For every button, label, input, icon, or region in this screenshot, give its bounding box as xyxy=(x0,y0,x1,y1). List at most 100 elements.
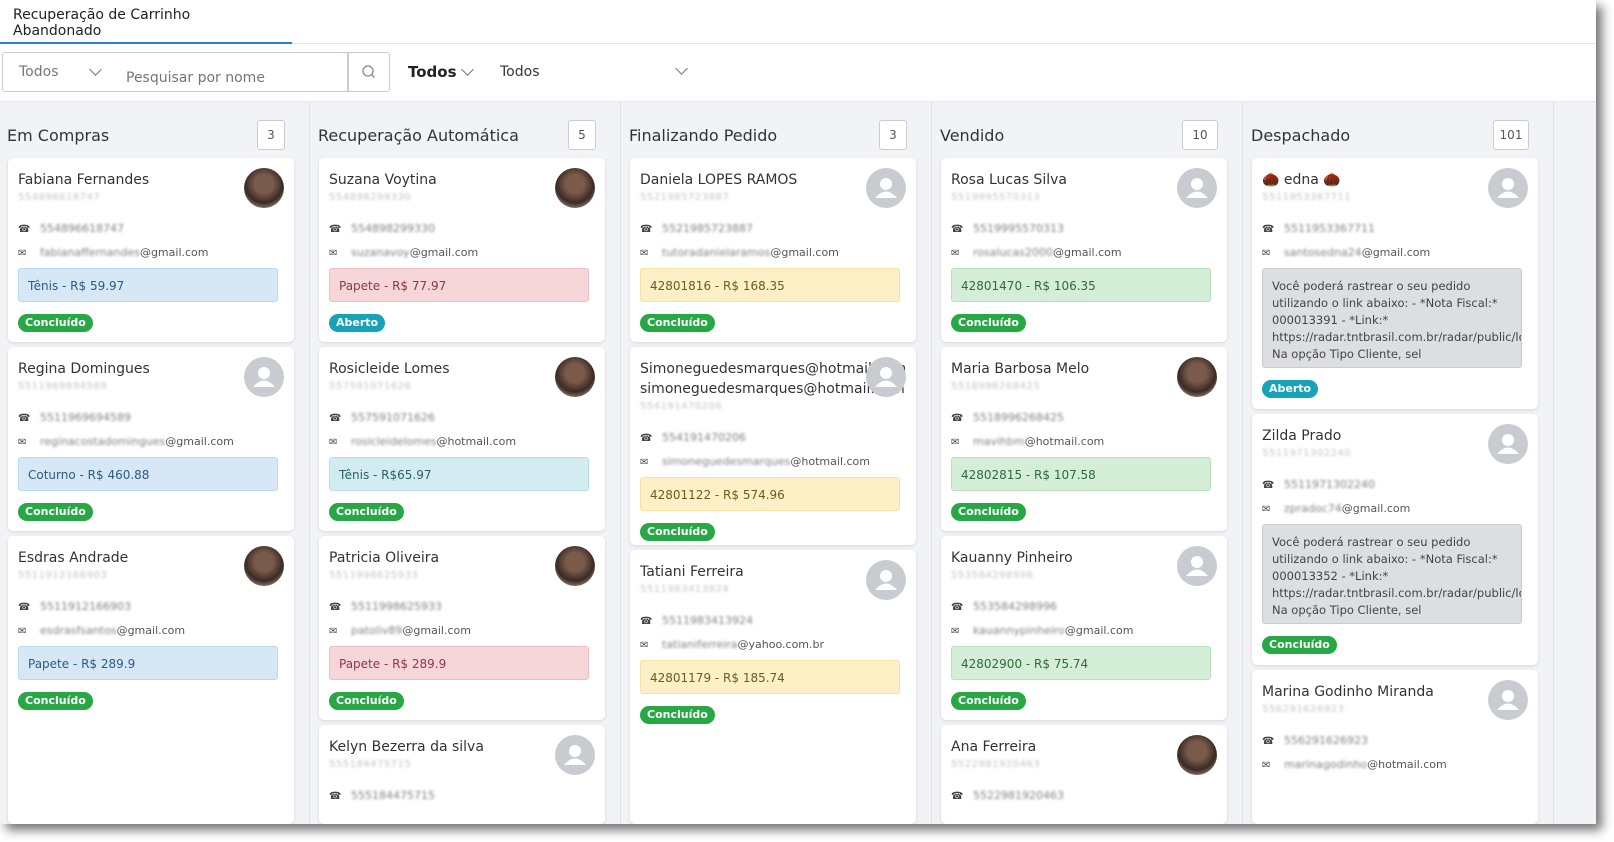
column-count-badge: 10 xyxy=(1182,120,1218,150)
lead-phone-sub: 553584298996 xyxy=(951,570,1034,581)
order-summary[interactable]: 42801816 - R$ 168.35 xyxy=(640,268,900,302)
lead-name: Rosa Lucas Silva xyxy=(951,172,1067,188)
avatar xyxy=(244,546,284,586)
phone-icon: ☎ xyxy=(329,224,342,235)
lead-phone-sub: 5511983413924 xyxy=(640,584,730,595)
email-user: rosicleidelomes xyxy=(351,435,437,448)
filter-dropdown-2[interactable]: Todos xyxy=(500,62,690,80)
lead-card[interactable]: Suzana Voytina 554898299330 ☎ 554898299330 ✉… xyxy=(319,158,605,342)
email-row: ✉ fabianaffernandes@gmail.com xyxy=(18,246,209,259)
email-user: tutoradanielaramos xyxy=(662,246,771,259)
mail-icon: ✉ xyxy=(951,248,960,259)
order-summary[interactable]: 42802815 - R$ 107.58 xyxy=(951,457,1211,491)
lead-card[interactable]: Tatiani Ferreira 5511983413924 ☎ 5511983413… xyxy=(630,550,916,824)
email-row: ✉ kauannypinheiro@gmail.com xyxy=(951,624,1133,637)
email-domain: @hotmail.com xyxy=(790,455,870,468)
phone-row: ☎ 5511998625933 xyxy=(329,600,442,613)
lead-card[interactable]: Zilda Prado 5511971302240 ☎ 5511971302240 ✉ z… xyxy=(1252,414,1538,665)
search-input[interactable] xyxy=(112,52,348,92)
order-summary[interactable]: Tênis - R$65.97 xyxy=(329,457,589,491)
order-summary[interactable]: Tênis - R$ 59.97 xyxy=(18,268,278,302)
lead-card[interactable]: Marina Godinho Miranda 556291626923 ☎ 55629… xyxy=(1252,670,1538,824)
phone-row: ☎ 5518996268425 xyxy=(951,411,1064,424)
lead-card[interactable]: Rosicleide Lomes 557591071626 ☎ 55759107162… xyxy=(319,347,605,531)
tracking-message: Você poderá rastrear o seu pedido utiliz… xyxy=(1262,524,1522,624)
status-select[interactable]: Todos xyxy=(2,52,113,92)
phone-row: ☎ 554896618747 xyxy=(18,222,124,235)
phone-icon: ☎ xyxy=(640,616,653,627)
kanban-column: Recuperação Automática 5 Suzana Voytina 554… xyxy=(311,102,621,824)
user-icon xyxy=(875,367,897,387)
lead-name: Marina Godinho Miranda xyxy=(1262,684,1434,700)
phone-number: 557591071626 xyxy=(351,411,435,424)
avatar xyxy=(1488,168,1528,208)
tab-abandoned-cart-recovery[interactable]: Recuperação de Carrinho Abandonado xyxy=(0,0,292,44)
email-user: kauannypinheiro xyxy=(973,624,1065,637)
lead-phone-sub: 555184475715 xyxy=(329,759,412,770)
email-user: fabianaffernandes xyxy=(40,246,140,259)
lead-card[interactable]: Rosa Lucas Silva 5519995570313 ☎ 5519995570… xyxy=(941,158,1227,342)
phone-number: 5522981920463 xyxy=(973,789,1064,802)
lead-name: 🌰 edna 🌰 xyxy=(1262,172,1341,188)
email-user: santosedna24 xyxy=(1284,246,1362,259)
lead-card[interactable]: Ana Ferreira 5522981920463 ☎ 5522981920463 xyxy=(941,725,1227,824)
column-count-badge: 3 xyxy=(257,120,285,150)
phone-row: ☎ 5511971302240 xyxy=(1262,478,1375,491)
order-summary[interactable]: 42801179 - R$ 185.74 xyxy=(640,660,900,694)
email-user: zpradoc74 xyxy=(1284,502,1342,515)
lead-phone-sub: 5511953367711 xyxy=(1262,192,1352,203)
order-summary[interactable]: Coturno - R$ 460.88 xyxy=(18,457,278,491)
mail-icon: ✉ xyxy=(1262,760,1271,771)
lead-card[interactable]: Regina Domingues 5511969694589 ☎ 5511969694… xyxy=(8,347,294,531)
phone-row: ☎ 5522981920463 xyxy=(951,789,1064,802)
lead-card[interactable]: Esdras Andrade 5511912166903 ☎ 551191216690… xyxy=(8,536,294,824)
filter-dropdown-1[interactable]: Todos xyxy=(408,63,474,81)
order-summary[interactable]: 42801470 - R$ 106.35 xyxy=(951,268,1211,302)
lead-phone-sub: 5519995570313 xyxy=(951,192,1041,203)
lead-phone-sub: 5511971302240 xyxy=(1262,448,1352,459)
phone-icon: ☎ xyxy=(1262,224,1275,235)
phone-number: 554191470206 xyxy=(662,431,746,444)
user-icon xyxy=(1497,434,1519,454)
lead-card[interactable]: Maria Barbosa Melo 5518996268425 ☎ 55189962… xyxy=(941,347,1227,531)
email-user: esdrasfsantos xyxy=(40,624,117,637)
avatar xyxy=(1488,424,1528,464)
avatar xyxy=(1177,735,1217,775)
lead-name: Maria Barbosa Melo xyxy=(951,361,1090,377)
phone-number: 556291626923 xyxy=(1284,734,1368,747)
email-row: ✉ mavihbm@hotmail.com xyxy=(951,435,1104,448)
avatar xyxy=(555,735,595,775)
lead-card[interactable]: Simoneguedesmarques@hotmail.com simonegue… xyxy=(630,347,916,545)
email-user: reginacostadomingues xyxy=(40,435,166,448)
lead-phone-sub: 556291626923 xyxy=(1262,704,1345,715)
email-row: ✉ suzanavoy@gmail.com xyxy=(329,246,478,259)
mail-icon: ✉ xyxy=(18,626,27,637)
order-summary[interactable]: Papete - R$ 289.9 xyxy=(329,646,589,680)
order-summary[interactable]: 42801122 - R$ 574.96 xyxy=(640,477,900,511)
lead-phone-sub: 554896618747 xyxy=(18,192,101,203)
email-row: ✉ esdrasfsantos@gmail.com xyxy=(18,624,185,637)
email-domain: @gmail.com xyxy=(409,246,479,259)
lead-name: Esdras Andrade xyxy=(18,550,129,566)
lead-card[interactable]: Kauanny Pinheiro 553584298996 ☎ 55358429899… xyxy=(941,536,1227,720)
phone-number: 5511971302240 xyxy=(1284,478,1375,491)
email-row: ✉ santosedna24@gmail.com xyxy=(1262,246,1430,259)
order-summary[interactable]: 42802900 - R$ 75.74 xyxy=(951,646,1211,680)
lead-card[interactable]: Kelyn Bezerra da silva 555184475715 ☎ 55518… xyxy=(319,725,605,824)
order-summary[interactable]: Papete - R$ 289.9 xyxy=(18,646,278,680)
status-badge: Concluído xyxy=(640,706,715,724)
lead-card[interactable]: Daniela LOPES RAMOS 5521985723887 ☎ 5521985… xyxy=(630,158,916,342)
lead-card[interactable]: 🌰 edna 🌰 5511953367711 ☎ 5511953367711 ✉ sant… xyxy=(1252,158,1538,409)
lead-card[interactable]: Patricia Oliveira 5511998625933 ☎ 551199862… xyxy=(319,536,605,720)
lead-card[interactable]: Fabiana Fernandes 554896618747 ☎ 5548966187… xyxy=(8,158,294,342)
phone-icon: ☎ xyxy=(329,791,342,802)
mail-icon: ✉ xyxy=(18,248,27,259)
phone-number: 554898299330 xyxy=(351,222,435,235)
status-badge: Concluído xyxy=(951,314,1026,332)
phone-number: 5519995570313 xyxy=(973,222,1064,235)
lead-phone-sub: 5521985723887 xyxy=(640,192,730,203)
user-icon xyxy=(1497,690,1519,710)
search-button[interactable] xyxy=(348,52,390,92)
order-summary[interactable]: Papete - R$ 77.97 xyxy=(329,268,589,302)
avatar xyxy=(244,168,284,208)
